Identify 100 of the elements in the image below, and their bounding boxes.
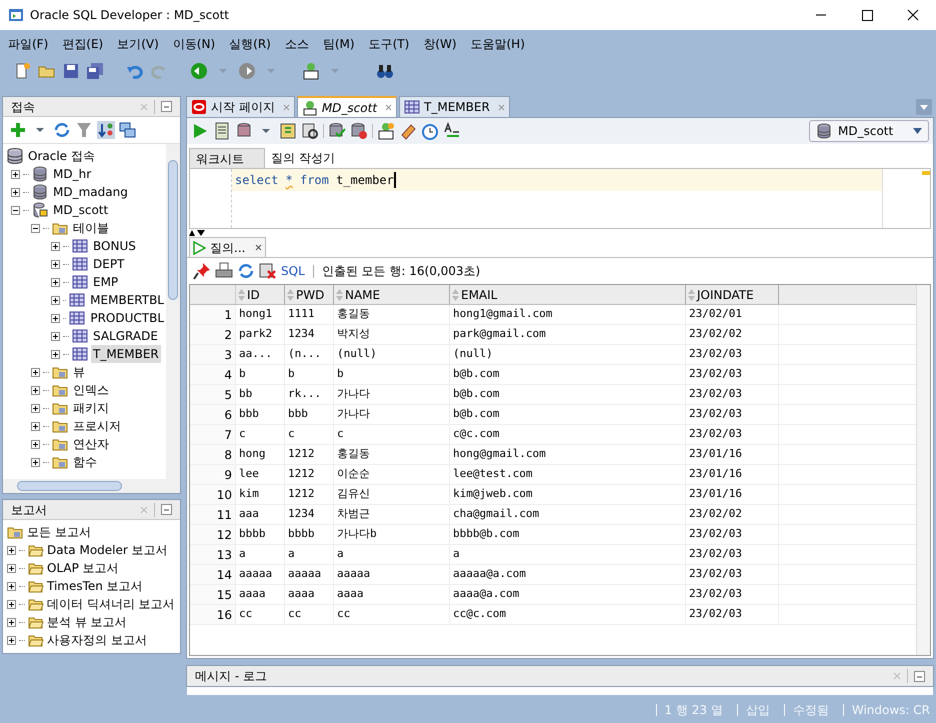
results-tab[interactable]: 질의...	[189, 237, 266, 257]
schema-browser-icon[interactable]	[97, 121, 115, 139]
tree-item[interactable]: MD_hr	[51, 165, 94, 183]
tree-item[interactable]: 함수	[71, 453, 99, 471]
expand-toggle[interactable]	[31, 440, 40, 448]
expand-toggle[interactable]	[31, 404, 40, 412]
column-header[interactable]: JOINDATE	[686, 285, 779, 304]
expand-toggle[interactable]	[7, 636, 16, 644]
collapse-toggle[interactable]	[11, 206, 20, 214]
close-icon[interactable]	[255, 244, 262, 251]
commit-icon[interactable]	[328, 122, 346, 140]
worksheet-tab[interactable]: 질의 작성기	[265, 148, 341, 168]
vertical-scrollbar[interactable]	[166, 144, 180, 479]
editor-tab[interactable]: 시작 페이지	[186, 96, 295, 117]
menu-item[interactable]: 보기(V)	[117, 35, 159, 53]
tree-item[interactable]: 테이블	[71, 219, 111, 237]
tree-item[interactable]: EMP	[91, 273, 120, 291]
refresh-icon[interactable]	[237, 262, 255, 280]
expand-toggle[interactable]	[31, 458, 40, 466]
menu-item[interactable]: 편집(E)	[62, 35, 104, 53]
menu-item[interactable]: 소스	[284, 35, 309, 53]
sql-tuning-icon[interactable]	[377, 122, 395, 140]
menu-item[interactable]: 도움말(H)	[470, 35, 525, 53]
tab-list-icon[interactable]	[916, 99, 932, 115]
tree-item[interactable]: 사용자정의 보고서	[47, 631, 147, 649]
editor-tab[interactable]: T_MEMBER	[399, 96, 510, 117]
forward-icon[interactable]	[238, 62, 256, 80]
save-icon[interactable]	[62, 62, 80, 80]
add-icon[interactable]	[9, 121, 27, 139]
tree-item[interactable]: Oracle 접속	[26, 147, 97, 165]
binoculars-icon[interactable]	[376, 62, 394, 80]
expand-toggle[interactable]	[51, 278, 60, 286]
tree-item[interactable]: 분석 뷰 보고서	[47, 613, 127, 631]
tree-item[interactable]: TimesTen 보고서	[47, 577, 143, 595]
tree-item[interactable]: 프로시저	[71, 417, 123, 435]
tree-item[interactable]: DEPT	[91, 255, 126, 273]
column-header[interactable]: NAME	[334, 285, 450, 304]
connection-dropdown[interactable]: MD_scott	[809, 120, 929, 142]
minimize-icon[interactable]	[161, 504, 172, 515]
expand-toggle[interactable]	[11, 170, 20, 178]
sql-worksheet-icon[interactable]	[302, 62, 320, 80]
minimize-icon[interactable]	[161, 101, 172, 112]
collapse-toggle[interactable]	[31, 224, 40, 232]
expand-toggle[interactable]	[7, 600, 16, 608]
expand-toggle[interactable]	[51, 350, 60, 358]
minimize-icon[interactable]	[914, 670, 925, 682]
eraser-icon[interactable]	[399, 122, 417, 140]
menu-item[interactable]: 도구(T)	[368, 35, 410, 53]
tree-item[interactable]: SALGRADE	[91, 327, 160, 345]
back-icon[interactable]	[190, 62, 208, 80]
pin-icon[interactable]	[193, 262, 211, 280]
menu-item[interactable]: 이동(N)	[172, 35, 216, 53]
expand-toggle[interactable]	[31, 368, 40, 376]
tree-item[interactable]: PRODUCTBL	[88, 309, 166, 327]
expand-toggle[interactable]	[31, 422, 40, 430]
run-script-icon[interactable]	[213, 122, 231, 140]
history-icon[interactable]	[421, 122, 439, 140]
print-icon[interactable]	[215, 262, 233, 280]
tree-item[interactable]: T_MEMBER	[91, 345, 161, 363]
tree-item[interactable]: 모든 보고서	[27, 523, 91, 541]
expand-toggle[interactable]	[51, 296, 60, 304]
tree-item[interactable]: BONUS	[91, 237, 138, 255]
collapse-all-icon[interactable]	[119, 121, 137, 139]
format-text-icon[interactable]	[443, 122, 461, 140]
run-icon[interactable]	[191, 122, 209, 140]
vertical-scrollbar[interactable]	[916, 285, 930, 655]
tree-item[interactable]: 뷰	[71, 363, 87, 381]
editor-tab[interactable]: MD_scott	[296, 96, 398, 117]
column-header[interactable]: EMAIL	[450, 285, 686, 304]
sql-link[interactable]: SQL	[281, 262, 305, 280]
rollback-icon[interactable]	[350, 122, 368, 140]
menu-item[interactable]: 창(W)	[423, 35, 456, 53]
tree-item[interactable]: Data Modeler 보고서	[47, 541, 168, 559]
expand-toggle[interactable]	[7, 564, 16, 572]
column-header[interactable]: ID	[236, 285, 285, 304]
explain-plan-icon[interactable]	[279, 122, 297, 140]
column-header[interactable]: PWD	[285, 285, 334, 304]
menu-item[interactable]: 팀(M)	[322, 35, 355, 53]
filter-icon[interactable]	[75, 121, 93, 139]
tree-item[interactable]: 인덱스	[71, 381, 111, 399]
expand-toggle[interactable]	[51, 260, 60, 268]
autotrace-icon[interactable]	[301, 122, 319, 140]
refresh-icon[interactable]	[53, 121, 71, 139]
tree-item[interactable]: 연산자	[71, 435, 111, 453]
save-all-icon[interactable]	[86, 62, 104, 80]
expand-toggle[interactable]	[31, 386, 40, 394]
new-file-icon[interactable]	[14, 62, 32, 80]
expand-toggle[interactable]	[51, 332, 60, 340]
splitter-arrows-icon[interactable]	[189, 230, 205, 236]
tree-item[interactable]: OLAP 보고서	[47, 559, 119, 577]
worksheet-tab[interactable]: 워크시트	[189, 148, 265, 168]
tree-item[interactable]: MD_scott	[51, 201, 110, 219]
tree-item[interactable]: MEMBERTBL	[88, 291, 166, 309]
expand-toggle[interactable]	[11, 188, 20, 196]
horizontal-scrollbar[interactable]	[3, 479, 180, 493]
tree-item[interactable]: 데이터 딕셔너리 보고서	[47, 595, 175, 613]
menu-item[interactable]: 파일(F)	[8, 35, 48, 53]
menu-item[interactable]: 실행(R)	[229, 35, 271, 53]
expand-toggle[interactable]	[7, 618, 16, 626]
expand-toggle[interactable]	[7, 582, 16, 590]
